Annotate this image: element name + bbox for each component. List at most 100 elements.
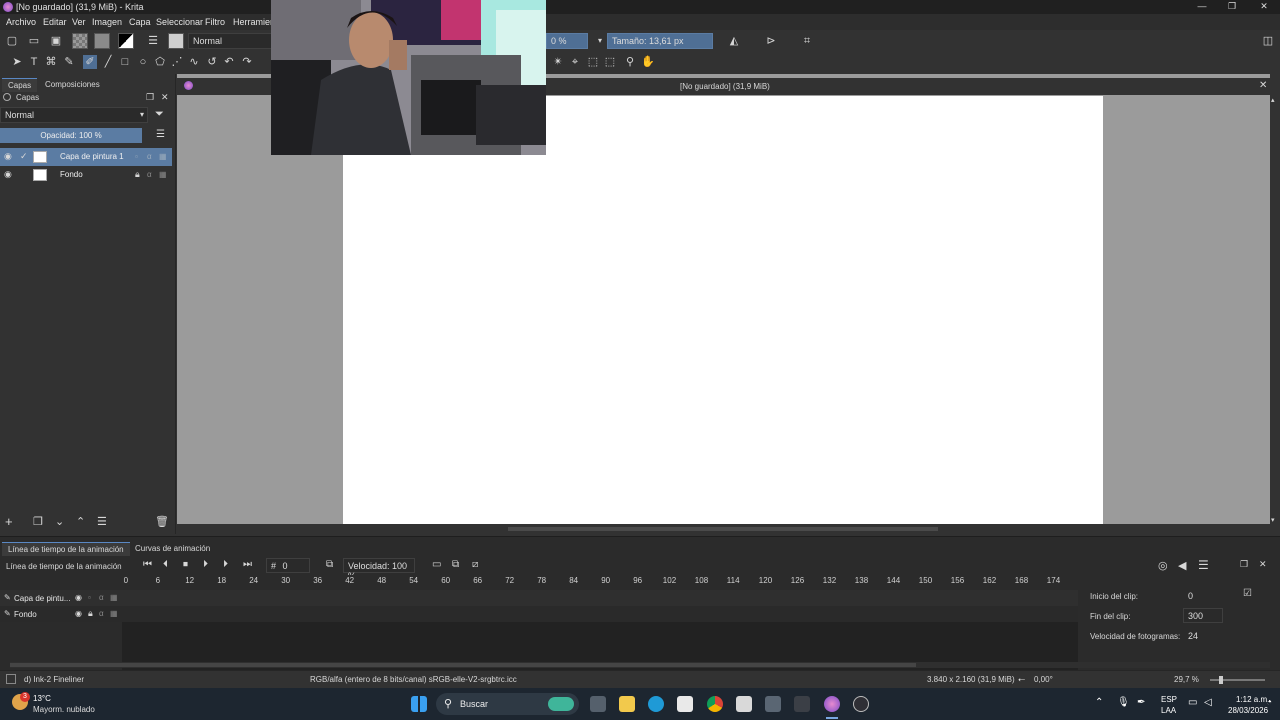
stop-icon[interactable]: ⏹ (183, 559, 188, 570)
track-name[interactable]: Fondo (14, 610, 37, 619)
close-docker-icon[interactable]: ✕ (161, 92, 169, 103)
dynamic-brush-icon[interactable]: ↶ (222, 55, 236, 69)
volume-icon[interactable]: ◁ (1204, 697, 1212, 708)
clip-settings-icon[interactable]: ☑ (1243, 588, 1252, 599)
horizontal-scrollbar[interactable] (177, 524, 1270, 534)
frame-number[interactable]: 42 (345, 576, 354, 585)
ellipse-tool-icon[interactable]: ○ (136, 55, 150, 69)
notifications-icon[interactable]: ◔ (1266, 697, 1272, 708)
windows-start-icon[interactable] (411, 696, 427, 712)
inherit-alpha-icon[interactable]: ▦ (159, 170, 167, 179)
frame-number[interactable]: 36 (313, 576, 322, 585)
frame-number[interactable]: 72 (505, 576, 514, 585)
menu-herramientas[interactable]: Herramien (233, 17, 275, 27)
tab-composiciones[interactable]: Composiciones (39, 78, 106, 91)
frame-number[interactable]: 108 (695, 576, 708, 585)
zoom-value[interactable]: 29,7 % (1174, 675, 1199, 684)
layer-opacity-slider[interactable]: Opacidad: 100 % (0, 128, 142, 143)
frame-number[interactable]: 156 (951, 576, 964, 585)
language-top[interactable]: ESP (1161, 695, 1177, 704)
rotation-icon[interactable]: ⭠ (1018, 674, 1025, 685)
minimize-button[interactable]: — (1188, 1, 1216, 11)
frame-number[interactable]: 120 (759, 576, 772, 585)
calculator-icon[interactable] (765, 696, 781, 712)
layer-row[interactable]: ◉ Fondo 🔒︎ α ▦ (0, 166, 172, 184)
last-frame-icon[interactable]: ⏭ (243, 559, 252, 570)
eye-icon[interactable]: ◉ (75, 593, 82, 602)
duplicate-layer-icon[interactable]: ❐ (33, 515, 43, 528)
menu-editar[interactable]: Editar (43, 17, 67, 27)
krita-taskbar-icon[interactable] (824, 696, 840, 712)
track-name[interactable]: Capa de pintu... (14, 594, 70, 603)
alpha-lock-icon[interactable]: α (99, 609, 104, 618)
frame-number[interactable]: 24 (249, 576, 258, 585)
alpha-lock-icon[interactable]: α (147, 170, 152, 179)
move-layer-up-icon[interactable]: ⌃ (76, 515, 85, 528)
menu-seleccionar[interactable]: Seleccionar (156, 17, 203, 27)
mirror-horizontal-icon[interactable]: ◭ (727, 34, 741, 48)
frame-number[interactable]: 174 (1047, 576, 1060, 585)
move-layer-down-icon[interactable]: ⌄ (55, 515, 64, 528)
pen-icon[interactable]: ✒ (1137, 697, 1145, 708)
frame-number[interactable]: 18 (217, 576, 226, 585)
close-window-button[interactable]: ✕ (1250, 1, 1278, 12)
inherit-alpha-icon[interactable]: ▦ (159, 152, 167, 161)
tab-animation-curves[interactable]: Curvas de animación (129, 542, 216, 555)
zoom-tool-icon[interactable]: ⚲ (623, 55, 637, 69)
chrome-icon[interactable] (707, 696, 723, 712)
layer-name[interactable]: Capa de pintura 1 (60, 152, 124, 161)
layer-blend-mode-select[interactable]: Normal (0, 107, 148, 123)
scroll-down-icon[interactable]: ▾ (1271, 516, 1275, 524)
frame-number[interactable]: 132 (823, 576, 836, 585)
opacity-field[interactable]: 0 % (546, 33, 588, 49)
first-frame-icon[interactable]: ⏮ (143, 559, 152, 570)
chevron-down-icon[interactable]: ▾ (593, 34, 607, 48)
frame-number[interactable]: 54 (409, 576, 418, 585)
track-row[interactable]: ✎ Capa de pintu... ◉ ▫ α ▦ (0, 590, 1078, 606)
clip-start-field[interactable]: 0 (1183, 588, 1223, 603)
menu-filtro[interactable]: Filtro (205, 17, 225, 27)
microphone-icon[interactable]: 🎙︎ (1117, 697, 1130, 708)
layer-row[interactable]: ◉ ✓ Capa de pintura 1 ▫ α ▦ (0, 148, 172, 166)
restore-button[interactable]: ❐ (1218, 1, 1246, 12)
frame-number[interactable]: 66 (473, 576, 482, 585)
lock-icon[interactable]: 🔒︎ (135, 169, 140, 180)
frame-number[interactable]: 60 (441, 576, 450, 585)
auto-keyframe-icon[interactable]: ⧄ (472, 559, 478, 570)
brush-size-field[interactable]: Tamaño: 13,61 px (607, 33, 713, 49)
audio-icon[interactable]: ⧉ (452, 559, 459, 570)
weather-temperature[interactable]: 13°C (33, 694, 51, 703)
similar-color-select-icon[interactable]: ⌖ (568, 55, 582, 69)
menu-imagen[interactable]: Imagen (92, 17, 122, 27)
inherit-alpha-icon[interactable]: ▦ (110, 609, 118, 618)
polygon-tool-icon[interactable]: ⬠ (153, 55, 167, 69)
menu-ver[interactable]: Ver (72, 17, 86, 27)
filter-layers-icon[interactable]: ⏷ (155, 108, 164, 121)
magic-wand-icon[interactable]: ✴ (551, 55, 565, 69)
task-view-icon[interactable] (590, 696, 606, 712)
frame-number[interactable]: 150 (919, 576, 932, 585)
brush-preview-icon[interactable] (6, 674, 16, 684)
calligraphy-icon[interactable]: ✎ (62, 55, 76, 69)
onion-skin-icon[interactable]: ▭ (432, 559, 441, 570)
track-row[interactable]: ✎ Fondo ◉ 🔒︎ α ▦ (0, 606, 1078, 622)
scroll-thumb[interactable] (508, 527, 938, 531)
freehand-path-icon[interactable]: ↺ (205, 55, 219, 69)
frame-number[interactable]: 0 (124, 576, 128, 585)
chevron-down-icon[interactable]: ▾ (140, 110, 144, 119)
taskbar-search-box[interactable]: ⚲ Buscar (436, 693, 579, 715)
rectangle-tool-icon[interactable]: □ (118, 55, 132, 69)
frame-number[interactable]: 90 (601, 576, 610, 585)
add-layer-icon[interactable]: + (5, 514, 13, 529)
save-icon[interactable]: ▣ (49, 34, 63, 48)
close-document-icon[interactable]: ✕ (1259, 80, 1267, 91)
gradient-swatch[interactable] (94, 33, 110, 49)
line-tool-icon[interactable]: ╱ (101, 55, 115, 69)
edit-shapes-icon[interactable]: ⌘ (44, 55, 58, 69)
alpha-lock-icon[interactable]: α (99, 593, 104, 602)
onion-skins-icon[interactable]: ◎ (1158, 559, 1168, 572)
zoom-slider-handle[interactable] (1219, 676, 1223, 684)
multibrush-icon[interactable]: ↷ (240, 55, 254, 69)
frame-number[interactable]: 78 (537, 576, 546, 585)
timeline-scrollbar[interactable] (10, 662, 1270, 668)
